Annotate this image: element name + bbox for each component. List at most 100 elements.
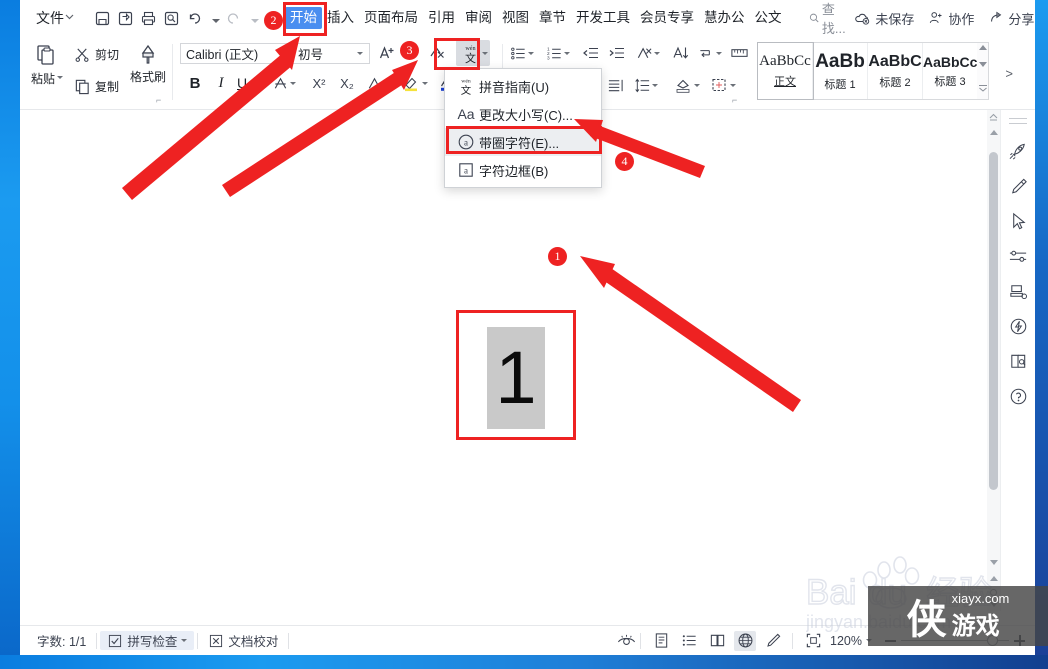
spellcheck-chevron-down-icon[interactable] (181, 639, 188, 642)
save-as-icon[interactable] (117, 7, 134, 29)
menu-item-change-case[interactable]: Aa 更改大小写(C)... (445, 100, 601, 128)
borders-chevron-down-icon[interactable] (730, 83, 736, 87)
book-search-icon[interactable] (1006, 349, 1030, 373)
menu-item-character-border[interactable]: a 字符边框(B) (445, 156, 601, 184)
tab-review[interactable]: 审阅 (460, 7, 497, 29)
ruler-button[interactable] (728, 42, 750, 64)
proofread-button[interactable]: 文档校对 (201, 631, 285, 650)
shading-chevron-down-icon[interactable] (694, 83, 700, 87)
rocket-icon[interactable] (1006, 139, 1030, 163)
bold-button[interactable]: B (184, 72, 206, 94)
help-icon[interactable] (1006, 384, 1030, 408)
print-icon[interactable] (140, 7, 157, 29)
brush-icon[interactable] (1006, 174, 1030, 198)
redo-chevron-down-icon[interactable] (245, 9, 259, 27)
read-view-icon[interactable] (706, 631, 728, 651)
tab-view[interactable]: 视图 (497, 7, 534, 29)
page-view-icon[interactable] (650, 631, 672, 651)
decrease-indent-button[interactable] (580, 42, 602, 64)
scrollbar-thumb[interactable] (989, 152, 998, 490)
character-shading-button[interactable] (364, 72, 392, 94)
style-gallery-scroll[interactable] (977, 43, 988, 99)
edit-pen-icon[interactable] (762, 631, 784, 651)
tab-references[interactable]: 引用 (423, 7, 460, 29)
grow-font-button[interactable] (376, 42, 398, 64)
sidebar-handle[interactable] (1009, 123, 1027, 124)
tab-developer[interactable]: 开发工具 (571, 7, 635, 29)
undo-chevron-down-icon[interactable] (206, 9, 220, 27)
menu-item-pinyin-guide[interactable]: wén 文 拼音指南(U) (445, 72, 601, 100)
undo-icon[interactable] (186, 7, 203, 29)
style-item-heading2[interactable]: AaBbC 标题 2 (868, 43, 923, 99)
paragraph-tools-chevron-down-icon[interactable] (654, 51, 660, 55)
vertical-scrollbar[interactable] (987, 110, 1000, 611)
character-shading-chevron-down-icon[interactable] (384, 81, 390, 85)
italic-button[interactable]: I (210, 72, 232, 94)
shading-button[interactable] (672, 74, 702, 96)
file-menu-chevron-down-icon[interactable] (64, 9, 75, 27)
gallery-expand-icon[interactable] (978, 79, 988, 97)
outline-view-icon[interactable] (678, 631, 700, 651)
show-formatting-marks-chevron-down-icon[interactable] (716, 51, 722, 55)
bullets-button[interactable] (508, 42, 536, 64)
line-spacing-button[interactable] (632, 74, 660, 96)
gallery-scroll-down-icon[interactable] (978, 62, 987, 67)
tab-page-layout[interactable]: 页面布局 (359, 7, 423, 29)
tab-smart-office[interactable]: 慧办公 (699, 7, 750, 29)
text-highlight-chevron-down-icon[interactable] (422, 81, 428, 85)
tab-official-doc[interactable]: 公文 (750, 7, 787, 29)
text-highlight-button[interactable] (400, 72, 430, 94)
tab-section[interactable]: 章节 (534, 7, 571, 29)
font-name-chevron-down-icon[interactable] (273, 52, 287, 55)
scroll-up-button[interactable] (987, 126, 1000, 139)
strikethrough-button[interactable] (270, 72, 298, 94)
lightning-icon[interactable] (1006, 314, 1030, 338)
show-formatting-marks-button[interactable] (696, 42, 724, 64)
subscript-button[interactable]: X₂ (334, 72, 360, 94)
line-spacing-chevron-down-icon[interactable] (652, 83, 658, 87)
font-name-combo[interactable]: Calibri (正文) (180, 43, 290, 64)
paragraph-dialog-launcher[interactable]: ⌐ (732, 95, 737, 105)
sort-button[interactable] (670, 42, 692, 64)
borders-button[interactable] (708, 74, 738, 96)
style-item-heading1[interactable]: AaBb 标题 1 (813, 43, 868, 99)
underline-button[interactable]: U (234, 72, 258, 94)
format-painter-button[interactable]: 格式刷 (128, 42, 168, 85)
numbering-chevron-down-icon[interactable] (564, 51, 570, 55)
underline-chevron-down-icon[interactable] (250, 81, 257, 85)
collaborate-button[interactable]: 协作 (923, 9, 979, 28)
paragraph-tools-button[interactable] (634, 42, 662, 64)
cursor-icon[interactable] (1006, 209, 1030, 233)
character-tools-chevron-down-icon[interactable] (482, 51, 488, 55)
copy-button[interactable]: 复制 (74, 78, 119, 95)
save-icon[interactable] (94, 7, 111, 29)
tab-insert[interactable]: 插入 (322, 7, 359, 29)
tab-member[interactable]: 会员专享 (635, 7, 699, 29)
strikethrough-chevron-down-icon[interactable] (290, 81, 296, 85)
bullets-chevron-down-icon[interactable] (528, 51, 534, 55)
ribbon-expand-icon[interactable]: > (1005, 66, 1013, 81)
share-button[interactable]: 分享 (983, 9, 1039, 28)
clipboard-dialog-launcher[interactable]: ⌐ (156, 95, 161, 105)
focus-eye-icon[interactable] (615, 631, 637, 651)
paste-chevron-down-icon[interactable] (57, 76, 63, 79)
search-input[interactable]: 查找... (809, 0, 850, 37)
superscript-button[interactable]: X² (306, 72, 332, 94)
font-size-combo[interactable]: 初号 (292, 43, 370, 64)
stamp-icon[interactable] (1006, 279, 1030, 303)
file-menu-label[interactable]: 文件 (36, 8, 64, 28)
redo-icon[interactable] (225, 7, 242, 29)
font-size-chevron-down-icon[interactable] (353, 52, 367, 55)
style-item-heading3[interactable]: AaBbCc 标题 3 (923, 43, 977, 99)
cut-button[interactable]: 剪切 (74, 46, 119, 63)
paste-button[interactable]: 粘贴 (26, 42, 68, 87)
print-preview-icon[interactable] (163, 7, 180, 29)
gallery-scroll-up-icon[interactable] (978, 45, 987, 50)
increase-indent-button[interactable] (606, 42, 628, 64)
distribute-button[interactable] (604, 74, 626, 96)
spellcheck-button[interactable]: 拼写检查 (100, 631, 195, 650)
sliders-icon[interactable] (1006, 244, 1030, 268)
scroll-page-up-icon[interactable] (987, 110, 1000, 123)
numbering-button[interactable]: 123 (544, 42, 572, 64)
style-item-body[interactable]: AaBbCc 正文 (757, 42, 814, 100)
